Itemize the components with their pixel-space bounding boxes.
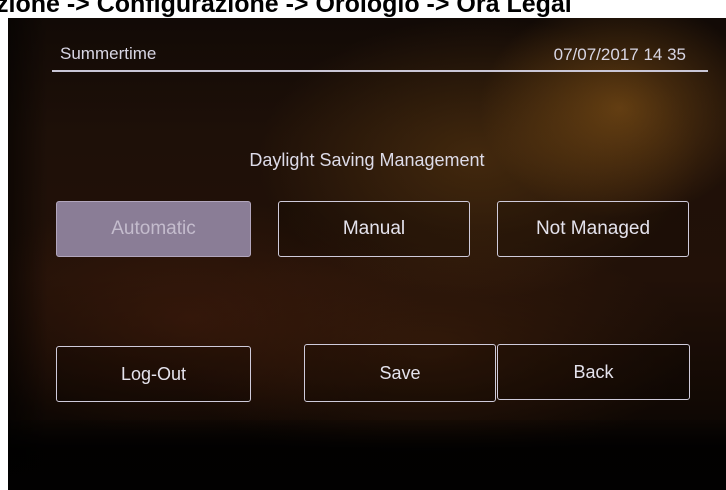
breadcrumb: zione -> Configurazione -> Orologio -> O… xyxy=(0,0,572,18)
header-divider xyxy=(52,70,708,72)
back-button[interactable]: Back xyxy=(497,344,690,400)
section-subtitle: Daylight Saving Management xyxy=(249,150,485,170)
not-managed-button[interactable]: Not Managed xyxy=(497,201,689,257)
page-title: Summertime xyxy=(60,44,157,63)
manual-button[interactable]: Manual xyxy=(278,201,470,257)
screen-bezel xyxy=(8,420,726,490)
save-button[interactable]: Save xyxy=(304,344,496,402)
automatic-button[interactable]: Automatic xyxy=(56,201,251,257)
datetime-display: 07/07/2017 14 35 xyxy=(553,45,686,64)
device-screen: Summertime 07/07/2017 14 35 Daylight Sav… xyxy=(8,18,726,490)
logout-button[interactable]: Log-Out xyxy=(56,346,251,402)
